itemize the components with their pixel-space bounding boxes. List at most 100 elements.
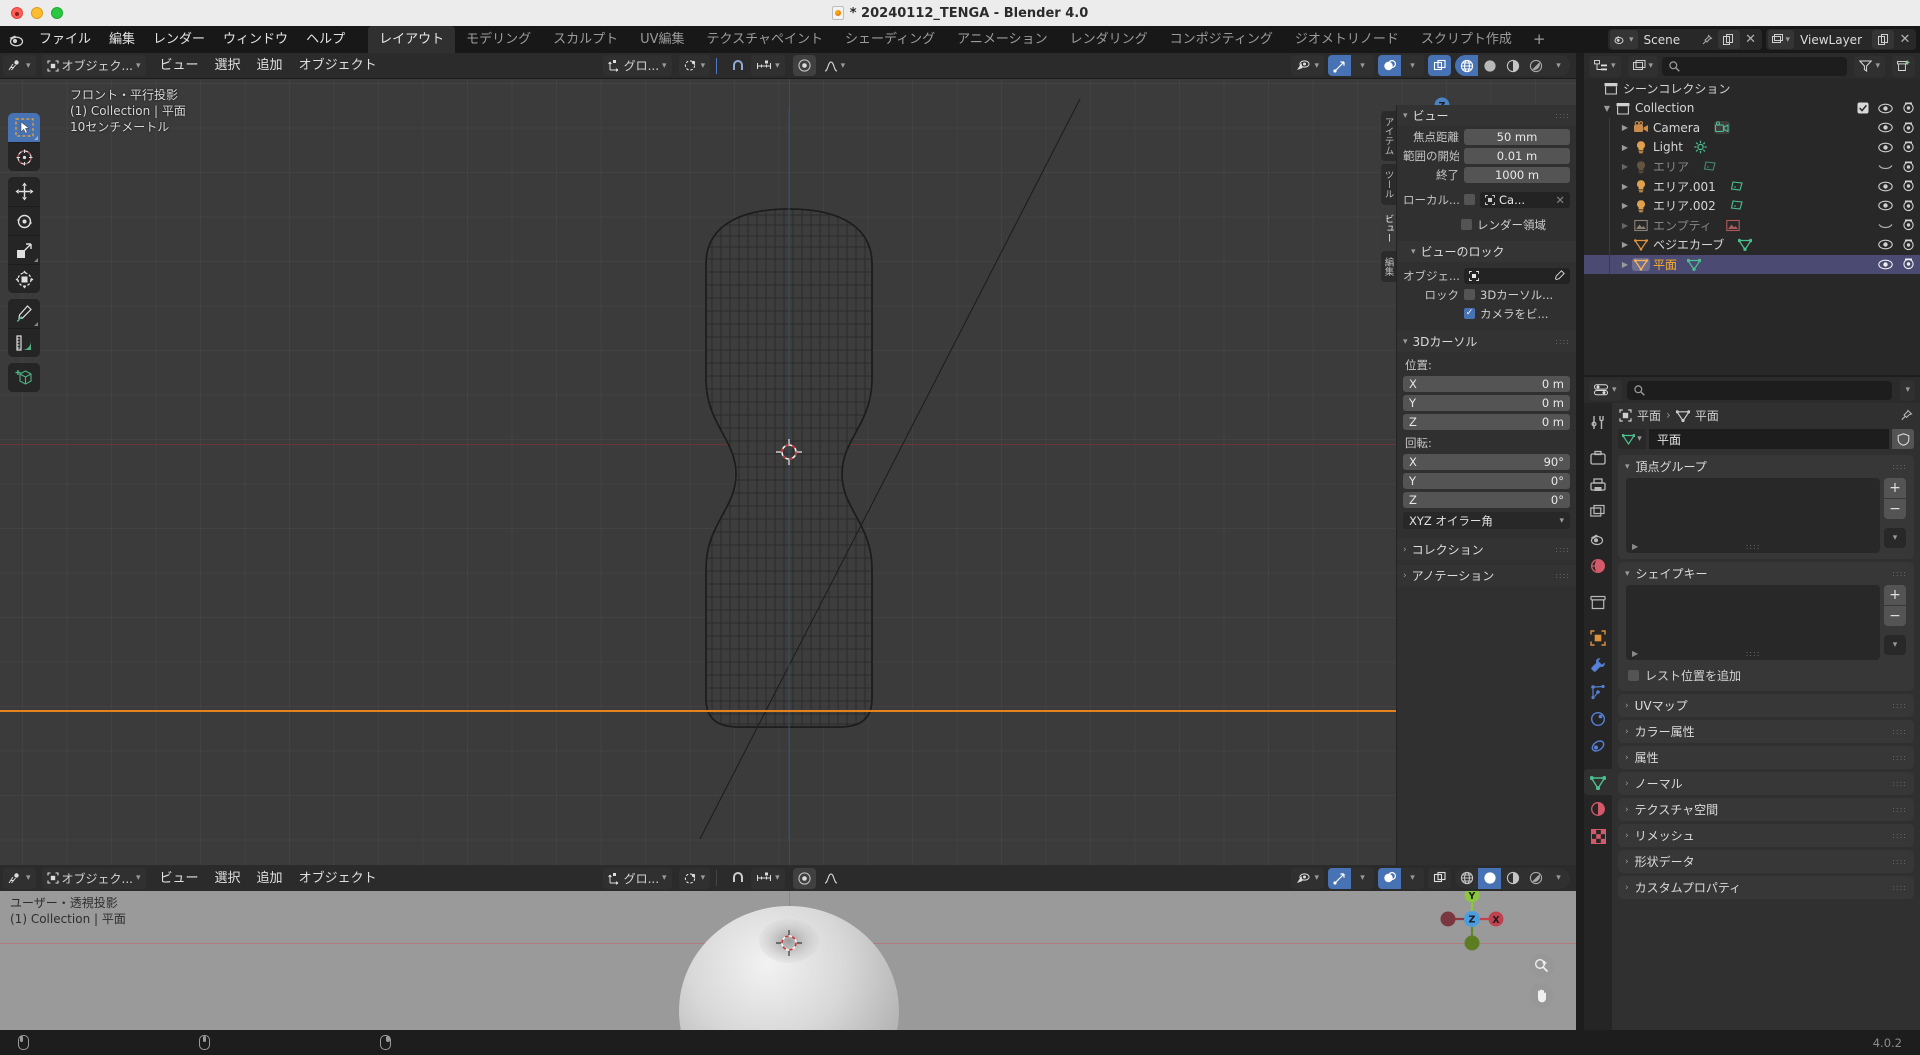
lock-object-field[interactable]	[1464, 267, 1570, 284]
properties-tab-tool[interactable]	[1584, 409, 1612, 435]
viewport-overlays-dropdown[interactable]: ▾	[1291, 55, 1324, 76]
list-resize-grip[interactable]: ::::	[1626, 542, 1880, 551]
expand-arrow[interactable]: ▶	[1618, 162, 1632, 171]
panel-drag-dots[interactable]: ::::	[1555, 111, 1570, 120]
expand-arrow[interactable]: ▶	[1618, 182, 1632, 191]
add-rest-position-checkbox[interactable]	[1628, 670, 1639, 681]
shading-solid-button-2[interactable]	[1478, 867, 1501, 889]
rotate-tool-button[interactable]	[8, 206, 40, 235]
panel-drag-dots[interactable]: ::::	[1892, 753, 1907, 762]
collection-hide-eye-icon[interactable]	[1878, 103, 1893, 114]
outliner-row-bezier-curve[interactable]: ▶ ベジエカーブ	[1584, 235, 1920, 255]
viewport2-menu-select[interactable]: 選択	[207, 868, 249, 889]
expand-arrow[interactable]: ▶	[1618, 123, 1632, 132]
add-workspace-button[interactable]: +	[1523, 26, 1556, 53]
outliner-row-area-light-001[interactable]: ▶ エリア.001	[1584, 176, 1920, 196]
area-light-001-disable-render-icon[interactable]	[1902, 180, 1915, 192]
pivot-point-dropdown-2[interactable]: ▾	[678, 867, 711, 889]
properties-search-input[interactable]	[1626, 380, 1893, 400]
expand-collection-arrow[interactable]: ▼	[1600, 104, 1614, 113]
empty-image-data-icon[interactable]	[1726, 219, 1740, 232]
shading-settings-dropdown[interactable]: ▾	[1547, 55, 1570, 76]
viewport-3d-secondary[interactable]: ▾ オブジェク... ▾ ビュー 選択 追加 オブジェクト グロ... ▾ ▾ …	[0, 865, 1576, 1030]
panel-drag-dots[interactable]: ::::	[1892, 805, 1907, 814]
panel-shape-keys-header[interactable]: ▾ シェイプキー ::::	[1618, 562, 1914, 585]
properties-tab-physics[interactable]	[1584, 706, 1612, 732]
plane-disable-render-icon[interactable]	[1902, 258, 1915, 270]
datablock-name-input[interactable]: 平面	[1649, 429, 1889, 449]
pan-hand-icon-2[interactable]	[1529, 983, 1554, 1008]
panel-drag-dots[interactable]: ::::	[1555, 337, 1570, 346]
add-vertex-group-button[interactable]: +	[1884, 478, 1906, 498]
transform-orientation-dropdown[interactable]: グロ... ▾	[602, 55, 672, 76]
pin-scene-icon[interactable]	[1698, 30, 1716, 49]
panel-drag-dots[interactable]: ::::	[1892, 779, 1907, 788]
panel-normals[interactable]: › ノーマル ::::	[1618, 772, 1914, 795]
light-disable-render-icon[interactable]	[1902, 141, 1915, 153]
cursor-tool-button[interactable]	[8, 142, 40, 171]
new-viewlayer-button[interactable]	[1872, 30, 1894, 49]
empty-hidden-eye-icon[interactable]	[1878, 220, 1893, 231]
transform-orientation-dropdown-2[interactable]: グロ... ▾	[602, 867, 672, 889]
properties-tab-texture[interactable]	[1584, 823, 1612, 849]
empty-disable-render-icon[interactable]	[1902, 219, 1915, 231]
transform-tool-button[interactable]	[8, 264, 40, 293]
properties-tab-modifier[interactable]	[1584, 652, 1612, 678]
panel-drag-dots[interactable]: ::::	[1892, 857, 1907, 866]
properties-tab-world[interactable]	[1584, 553, 1612, 579]
snap-magnet-toggle-2[interactable]	[726, 868, 750, 889]
shading-material-button[interactable]	[1501, 55, 1524, 76]
add-cube-tool-button[interactable]	[8, 363, 40, 392]
properties-editor[interactable]: ▾ ▾ 平面 › 平面 ▾ 平面 ▾ 頂点グループ:::: ▶:::: + …	[1584, 377, 1920, 1030]
viewport-menu-view[interactable]: ビュー	[152, 55, 207, 76]
expand-arrow[interactable]: ▶	[1618, 240, 1632, 249]
outliner-row-area-light[interactable]: ▶ エリア	[1584, 157, 1920, 177]
panel-vertex-groups-header[interactable]: ▾ 頂点グループ ::::	[1618, 455, 1914, 478]
proportional-falloff-dropdown[interactable]: ▾	[819, 55, 851, 76]
editor-type-button-2[interactable]: ▾	[3, 867, 36, 889]
sidebar-tab-tool[interactable]: ツール	[1380, 164, 1396, 205]
panel-drag-dots[interactable]: ::::	[1892, 462, 1907, 471]
outliner-search-input[interactable]	[1662, 56, 1848, 76]
tweak-tool-button[interactable]	[8, 113, 40, 142]
panel-drag-dots[interactable]: ::::	[1892, 883, 1907, 892]
show-gizmo-toggle-2[interactable]	[1328, 867, 1351, 889]
viewport-menu-add[interactable]: 追加	[249, 55, 291, 76]
panel-drag-dots[interactable]: ::::	[1555, 545, 1570, 554]
remove-vertex-group-button[interactable]: −	[1884, 499, 1906, 519]
outliner-row-camera[interactable]: ▶ Camera	[1584, 118, 1920, 138]
cursor-rotation-z-field[interactable]: Z 0°	[1403, 491, 1570, 508]
collection-exclude-checkbox[interactable]	[1857, 102, 1869, 114]
toggle-xray-button[interactable]	[1428, 55, 1451, 76]
properties-tab-constraints[interactable]	[1584, 733, 1612, 759]
shape-key-specials-button[interactable]: ▾	[1884, 635, 1906, 655]
panel-geometry-data-header[interactable]: › 形状データ ::::	[1618, 850, 1914, 873]
menu-help[interactable]: ヘルプ	[297, 29, 354, 51]
panel-normals-header[interactable]: › ノーマル ::::	[1618, 772, 1914, 795]
workspace-tab-uv-editing[interactable]: UV編集	[629, 26, 695, 53]
outliner-row-empty[interactable]: ▶ エンプティ	[1584, 215, 1920, 235]
cursor-rotation-mode-dropdown[interactable]: XYZ オイラー角 ▾	[1403, 512, 1570, 529]
outliner-new-collection-button[interactable]	[1892, 55, 1915, 77]
gizmo-settings-dropdown-2[interactable]: ▾	[1351, 868, 1374, 889]
breadcrumb-data-name[interactable]: 平面	[1695, 407, 1719, 424]
interaction-mode-dropdown[interactable]: オブジェク... ▾	[41, 55, 146, 76]
gizmo-settings-dropdown[interactable]: ▾	[1351, 55, 1374, 76]
mesh-data-browse-icon[interactable]: ▾	[1618, 429, 1646, 449]
workspace-tab-texture-paint[interactable]: テクスチャペイント	[696, 26, 834, 53]
local-camera-checkbox[interactable]	[1464, 194, 1475, 205]
properties-options-dropdown[interactable]: ▾	[1900, 379, 1915, 401]
panel-drag-dots[interactable]: ::::	[1555, 571, 1570, 580]
unlink-scene-icon[interactable]: ✕	[1742, 30, 1760, 49]
viewlayer-selector[interactable]: ▾ ViewLayer ✕	[1765, 29, 1916, 50]
light-area-data-icon[interactable]	[1730, 199, 1744, 212]
proportional-falloff-dropdown-2[interactable]	[819, 868, 843, 889]
collection-disable-render-icon[interactable]	[1902, 102, 1915, 114]
pivot-point-dropdown[interactable]: ▾	[678, 55, 711, 76]
workspace-tab-rendering[interactable]: レンダリング	[1059, 26, 1159, 53]
workspace-tab-scripting[interactable]: スクリプト作成	[1410, 26, 1523, 53]
outliner-filter-button[interactable]: ▾	[1854, 55, 1885, 77]
zoom-view-icon-2[interactable]	[1529, 953, 1554, 978]
breadcrumb-object-name[interactable]: 平面	[1637, 407, 1661, 424]
pin-properties-icon[interactable]	[1900, 409, 1913, 422]
